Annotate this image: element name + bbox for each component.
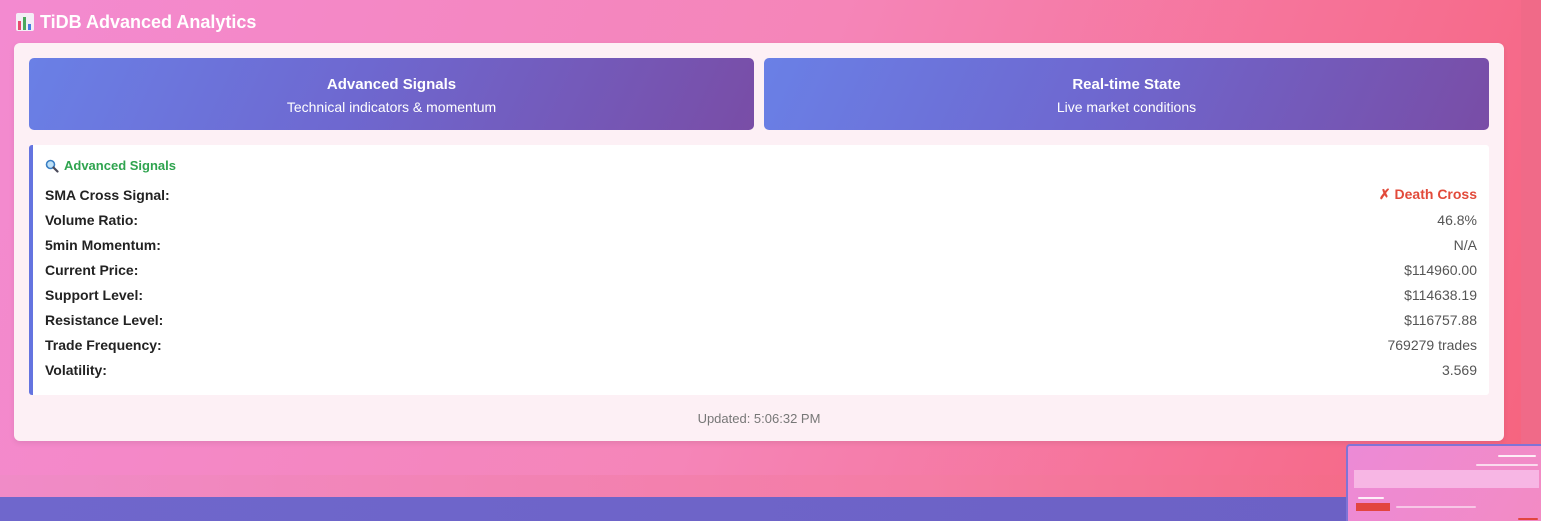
row-label: Support Level: xyxy=(45,286,144,303)
row-label: SMA Cross Signal: xyxy=(45,186,170,203)
thumbnail-content xyxy=(1354,470,1539,488)
window-edge xyxy=(1521,0,1541,497)
volatility-value: 3.569 xyxy=(1441,361,1477,378)
thumbnail-content xyxy=(1396,506,1476,508)
advanced-signals-card: Advanced Signals SMA Cross Signal: ✗ Dea… xyxy=(29,145,1489,395)
tab-subtitle: Live market conditions xyxy=(1056,99,1197,115)
row-volume-ratio: Volume Ratio: 46.8% xyxy=(45,207,1477,232)
tab-title: Real-time State xyxy=(1072,76,1181,93)
app-header: TiDB Advanced Analytics xyxy=(16,10,256,34)
thumbnail-content xyxy=(1356,503,1390,511)
thumbnail-content xyxy=(1518,518,1538,520)
row-momentum: 5min Momentum: N/A xyxy=(45,232,1477,257)
updated-timestamp: Updated: 5:06:32 PM xyxy=(697,411,821,426)
row-label: Current Price: xyxy=(45,261,139,278)
tab-realtime-state[interactable]: Real-time State Live market conditions xyxy=(764,58,1489,130)
row-label: Trade Frequency: xyxy=(45,336,162,353)
bottom-bar xyxy=(0,497,1541,521)
current-price-value: $114960.00 xyxy=(1404,261,1477,278)
signal-rows: SMA Cross Signal: ✗ Death Cross Volume R… xyxy=(45,182,1477,382)
row-support-level: Support Level: $114638.19 xyxy=(45,282,1477,307)
row-resistance-level: Resistance Level: $116757.88 xyxy=(45,307,1477,332)
tab-title: Advanced Signals xyxy=(326,76,457,93)
row-label: Volume Ratio: xyxy=(45,211,139,228)
magnifier-icon xyxy=(45,159,59,173)
thumbnail-content xyxy=(1476,464,1538,466)
card-heading: Advanced Signals xyxy=(45,158,176,173)
row-label: Resistance Level: xyxy=(45,311,164,328)
support-level-value: $114638.19 xyxy=(1404,286,1477,303)
thumbnail-content xyxy=(1358,497,1384,499)
row-trade-frequency: Trade Frequency: 769279 trades xyxy=(45,332,1477,357)
row-label: 5min Momentum: xyxy=(45,236,161,253)
resistance-level-value: $116757.88 xyxy=(1404,311,1477,328)
app-title: TiDB Advanced Analytics xyxy=(40,11,257,32)
volume-ratio-value: 46.8% xyxy=(1437,211,1477,228)
row-sma-cross: SMA Cross Signal: ✗ Death Cross xyxy=(45,182,1477,207)
row-volatility: Volatility: 3.569 xyxy=(45,357,1477,382)
page-background-lower xyxy=(0,475,1541,497)
thumbnail-content xyxy=(1498,455,1536,457)
tab-advanced-signals[interactable]: Advanced Signals Technical indicators & … xyxy=(29,58,754,130)
card-heading-label: Advanced Signals xyxy=(64,158,176,173)
momentum-value: N/A xyxy=(1453,236,1477,253)
bar-chart-icon xyxy=(16,13,34,31)
tab-subtitle: Technical indicators & momentum xyxy=(286,99,497,115)
sma-cross-value: ✗ Death Cross xyxy=(1378,186,1477,202)
row-label: Volatility: xyxy=(45,361,107,378)
analytics-panel: Advanced Signals Technical indicators & … xyxy=(14,43,1504,441)
window-preview-thumbnail[interactable] xyxy=(1346,444,1541,521)
row-current-price: Current Price: $114960.00 xyxy=(45,257,1477,282)
trade-frequency-value: 769279 trades xyxy=(1387,336,1477,353)
